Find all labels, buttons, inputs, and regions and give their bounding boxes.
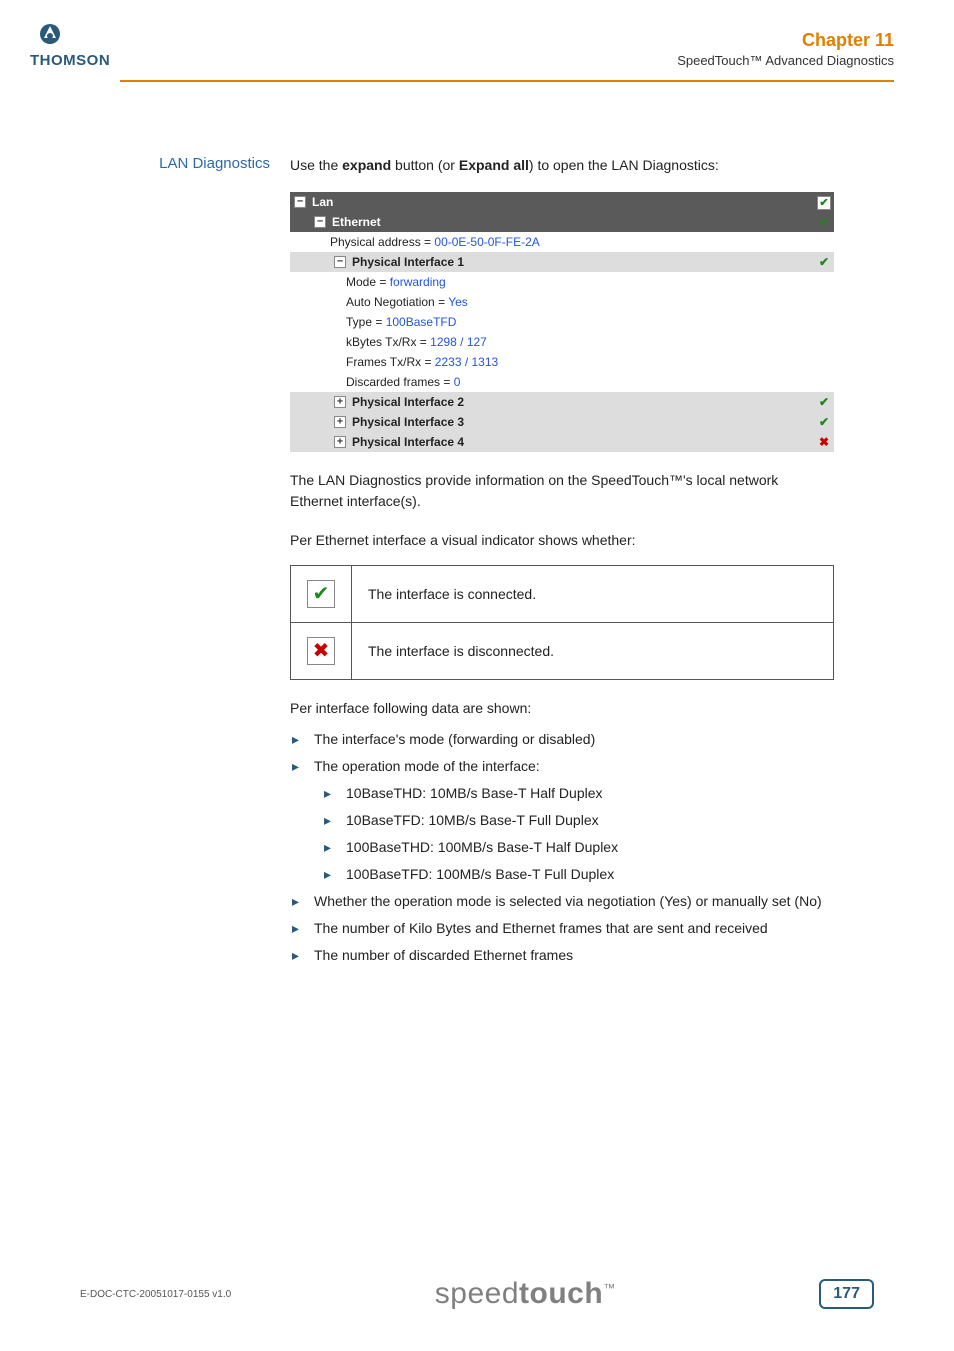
diagnostics-tree: − Lan ✔ − Ethernet ✔ Physical address = … xyxy=(290,192,834,452)
mode-row: Mode = forwarding xyxy=(290,272,834,292)
disconnected-text-cell: The interface is disconnected. xyxy=(352,623,834,680)
expand-icon[interactable]: + xyxy=(334,416,346,428)
chapter-title: Chapter 11 xyxy=(677,30,894,51)
tree-ethernet-row[interactable]: − Ethernet ✔ xyxy=(290,212,834,232)
list-item: The number of Kilo Bytes and Ethernet fr… xyxy=(290,918,834,939)
frames-row: Frames Tx/Rx = 2233 / 1313 xyxy=(290,352,834,372)
status-check-icon: ✔ xyxy=(816,393,832,411)
tree-lan-row[interactable]: − Lan ✔ xyxy=(290,192,834,212)
list-item: 100BaseTFD: 100MB/s Base-T Full Duplex xyxy=(322,864,834,885)
disconnected-icon-cell: ✖ xyxy=(291,623,352,680)
collapse-icon[interactable]: − xyxy=(334,256,346,268)
body-p2: Per Ethernet interface a visual indicato… xyxy=(290,530,834,551)
body-p1: The LAN Diagnostics provide information … xyxy=(290,470,834,512)
page-number: 177 xyxy=(819,1279,874,1309)
list-item: The number of discarded Ethernet frames xyxy=(290,945,834,966)
brand-name: THOMSON xyxy=(30,52,110,69)
intro-text: Use the expand button (or Expand all) to… xyxy=(290,155,834,176)
sub-list: 10BaseTHD: 10MB/s Base-T Half Duplex 10B… xyxy=(322,783,834,885)
list-item: 100BaseTHD: 100MB/s Base-T Half Duplex xyxy=(322,837,834,858)
physical-address-row: Physical address = 00-0E-50-0F-FE-2A xyxy=(290,232,834,252)
collapse-icon[interactable]: − xyxy=(314,216,326,228)
connected-icon-cell: ✔ xyxy=(291,566,352,623)
expand-icon[interactable]: + xyxy=(334,396,346,408)
data-list: The interface's mode (forwarding or disa… xyxy=(290,729,834,966)
tree-pi4-row[interactable]: + Physical Interface 4 ✖ xyxy=(290,432,834,452)
check-icon: ✔ xyxy=(307,580,335,608)
page-header: Chapter 11 SpeedTouch™ Advanced Diagnost… xyxy=(677,30,894,68)
doc-reference: E-DOC-CTC-20051017-0155 v1.0 xyxy=(80,1289,231,1300)
status-check-icon: ✔ xyxy=(816,193,832,211)
list-item: 10BaseTHD: 10MB/s Base-T Half Duplex xyxy=(322,783,834,804)
status-check-icon: ✔ xyxy=(816,413,832,431)
tree-pi1-row[interactable]: − Physical Interface 1 ✔ xyxy=(290,252,834,272)
tree-pi3-row[interactable]: + Physical Interface 3 ✔ xyxy=(290,412,834,432)
header-rule xyxy=(120,80,894,82)
expand-icon[interactable]: + xyxy=(334,436,346,448)
list-item: 10BaseTFD: 10MB/s Base-T Full Duplex xyxy=(322,810,834,831)
connected-text-cell: The interface is connected. xyxy=(352,566,834,623)
list-item: Whether the operation mode is selected v… xyxy=(290,891,834,912)
autoneg-row: Auto Negotiation = Yes xyxy=(290,292,834,312)
discarded-row: Discarded frames = 0 xyxy=(290,372,834,392)
status-check-icon: ✔ xyxy=(816,213,832,231)
chapter-subtitle: SpeedTouch™ Advanced Diagnostics xyxy=(677,53,894,68)
page-footer: E-DOC-CTC-20051017-0155 v1.0 speedtouch™… xyxy=(0,1277,954,1311)
status-cross-icon: ✖ xyxy=(816,433,832,451)
list-item: The interface's mode (forwarding or disa… xyxy=(290,729,834,750)
kbytes-row: kBytes Tx/Rx = 1298 / 127 xyxy=(290,332,834,352)
body-p3: Per interface following data are shown: xyxy=(290,698,834,719)
status-check-icon: ✔ xyxy=(816,253,832,271)
section-heading: LAN Diagnostics xyxy=(140,155,270,972)
type-row: Type = 100BaseTFD xyxy=(290,312,834,332)
tree-pi2-row[interactable]: + Physical Interface 2 ✔ xyxy=(290,392,834,412)
collapse-icon[interactable]: − xyxy=(294,196,306,208)
cross-icon: ✖ xyxy=(307,637,335,665)
indicator-table: ✔ The interface is connected. ✖ The inte… xyxy=(290,565,834,680)
footer-brand: speedtouch™ xyxy=(435,1277,616,1311)
list-item: The operation mode of the interface: 10B… xyxy=(290,756,834,885)
brand-logo: THOMSON xyxy=(30,20,110,69)
